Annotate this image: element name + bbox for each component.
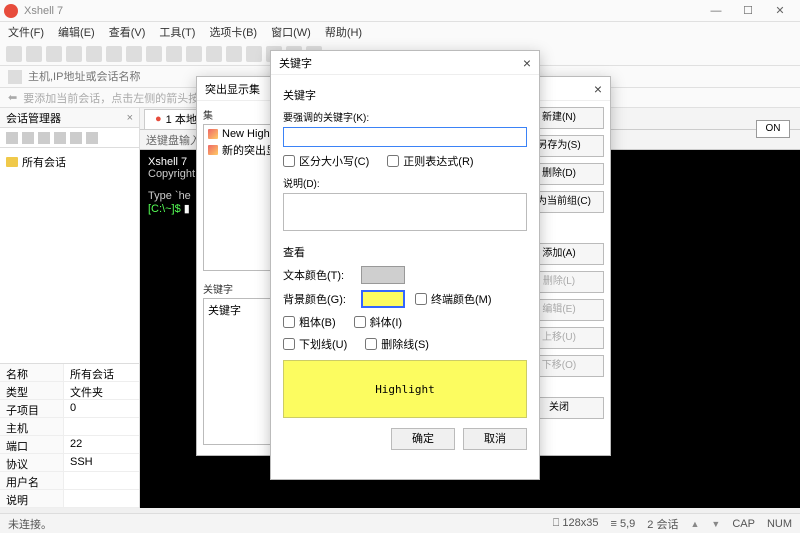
status-cap: CAP <box>732 518 755 530</box>
status-connection: 未连接。 <box>8 516 553 532</box>
term-prompt: [C:\~]$ <box>148 203 184 215</box>
dlg2-close-icon[interactable]: × <box>523 55 531 71</box>
sm-tool-icon[interactable] <box>6 132 18 144</box>
dlg1-close-icon[interactable]: × <box>594 81 602 97</box>
italic-checkbox[interactable]: 斜体(I) <box>354 314 402 330</box>
prop-key: 名称 <box>0 364 64 381</box>
session-properties: 名称所有会话 类型文件夹 子项目0 主机 端口22 协议SSH 用户名 说明 <box>0 363 139 508</box>
window-title: Xshell 7 <box>24 5 700 17</box>
dlg2-section-look: 查看 <box>283 244 527 260</box>
keyword-label: 要强调的关键字(K): <box>283 109 527 124</box>
prop-val: 所有会话 <box>64 364 139 381</box>
case-checkbox[interactable]: 区分大小写(C) <box>283 153 369 169</box>
dlg2-title: 关键字 <box>279 55 523 71</box>
strike-checkbox[interactable]: 删除线(S) <box>365 336 429 352</box>
toolbar-icon[interactable] <box>26 46 42 62</box>
hint-text: 要添加当前会话，点击左侧的箭头按钮。 <box>23 90 221 106</box>
close-button[interactable]: ✕ <box>764 1 796 21</box>
on-toggle-button[interactable]: ON <box>756 120 790 138</box>
keyword-input[interactable] <box>283 127 527 147</box>
sm-tool-icon[interactable] <box>54 132 66 144</box>
menu-bar: 文件(F) 编辑(E) 查看(V) 工具(T) 选项卡(B) 窗口(W) 帮助(… <box>0 22 800 42</box>
menu-file[interactable]: 文件(F) <box>8 24 44 40</box>
highlight-icon <box>208 129 218 139</box>
menu-tools[interactable]: 工具(T) <box>159 24 195 40</box>
keyword-dialog: 关键字 × 关键字 要强调的关键字(K): 区分大小写(C) 正则表达式(R) … <box>270 50 540 480</box>
minimize-button[interactable]: — <box>700 1 732 21</box>
session-manager-close-icon[interactable]: × <box>127 112 133 124</box>
tree-root-item[interactable]: 所有会话 <box>6 152 133 172</box>
termcolor-checkbox[interactable]: 终端颜色(M) <box>415 291 492 307</box>
menu-help[interactable]: 帮助(H) <box>325 24 362 40</box>
toolbar-icon[interactable] <box>86 46 102 62</box>
menu-window[interactable]: 窗口(W) <box>271 24 311 40</box>
desc-input[interactable] <box>283 193 527 231</box>
status-pos: ≡ 5,9 <box>611 518 636 530</box>
session-tree: 所有会话 <box>0 148 139 363</box>
maximize-button[interactable]: ☐ <box>732 1 764 21</box>
cancel-button[interactable]: 取消 <box>463 428 527 450</box>
title-bar: Xshell 7 — ☐ ✕ <box>0 0 800 22</box>
prop-key: 子项目 <box>0 400 64 417</box>
bgcolor-swatch[interactable] <box>361 290 405 308</box>
prop-val <box>64 418 139 435</box>
menu-tabs[interactable]: 选项卡(B) <box>209 24 257 40</box>
desc-label: 说明(D): <box>283 175 527 190</box>
session-manager-toolbar <box>0 128 139 148</box>
status-sessions: 2 会话 <box>647 516 678 532</box>
prompt-icon <box>8 70 22 84</box>
sm-tool-icon[interactable] <box>22 132 34 144</box>
sm-tool-icon[interactable] <box>38 132 50 144</box>
status-num: NUM <box>767 518 792 530</box>
status-up-icon[interactable]: ▲ <box>690 519 699 529</box>
prop-key: 主机 <box>0 418 64 435</box>
session-manager-title: 会话管理器 <box>6 110 61 126</box>
ok-button[interactable]: 确定 <box>391 428 455 450</box>
toolbar-icon[interactable] <box>46 46 62 62</box>
prop-val <box>64 472 139 489</box>
regex-checkbox[interactable]: 正则表达式(R) <box>387 153 473 169</box>
toolbar-icon[interactable] <box>66 46 82 62</box>
status-down-icon[interactable]: ▼ <box>711 519 720 529</box>
prop-key: 说明 <box>0 490 64 507</box>
toolbar-icon[interactable] <box>166 46 182 62</box>
toolbar-icon[interactable] <box>226 46 242 62</box>
toolbar-icon[interactable] <box>126 46 142 62</box>
prop-val: SSH <box>64 454 139 471</box>
bgcolor-label: 背景颜色(G): <box>283 291 351 307</box>
prop-val: 22 <box>64 436 139 453</box>
prop-val: 文件夹 <box>64 382 139 399</box>
highlight-preview: Highlight <box>283 360 527 418</box>
dlg2-section-keyword: 关键字 <box>283 87 527 103</box>
menu-edit[interactable]: 编辑(E) <box>58 24 95 40</box>
term-cursor: ▮ <box>184 203 190 215</box>
toolbar-icon[interactable] <box>146 46 162 62</box>
toolbar-icon[interactable] <box>106 46 122 62</box>
toolbar-icon[interactable] <box>206 46 222 62</box>
highlight-icon <box>208 145 218 155</box>
session-manager-panel: 会话管理器 × 所有会话 名称所有会话 类型文件夹 子项目0 主机 端口22 协… <box>0 108 140 508</box>
tab-label: 1 本地 <box>166 111 197 127</box>
prop-key: 用户名 <box>0 472 64 489</box>
bold-checkbox[interactable]: 粗体(B) <box>283 314 336 330</box>
tree-root-label: 所有会话 <box>22 154 66 170</box>
status-bar: 未连接。 ⎕ 128x35 ≡ 5,9 2 会话 ▲ ▼ CAP NUM <box>0 513 800 533</box>
sm-tool-icon[interactable] <box>70 132 82 144</box>
toolbar-icon[interactable] <box>246 46 262 62</box>
folder-icon <box>6 157 18 167</box>
toolbar-icon[interactable] <box>6 46 22 62</box>
textcolor-label: 文本颜色(T): <box>283 267 351 283</box>
prop-key: 端口 <box>0 436 64 453</box>
prop-val <box>64 490 139 507</box>
status-size: ⎕ 128x35 <box>553 517 599 530</box>
prop-key: 类型 <box>0 382 64 399</box>
sm-tool-icon[interactable] <box>86 132 98 144</box>
textcolor-swatch[interactable] <box>361 266 405 284</box>
menu-view[interactable]: 查看(V) <box>109 24 146 40</box>
toolbar-icon[interactable] <box>186 46 202 62</box>
app-logo-icon <box>4 4 18 18</box>
underline-checkbox[interactable]: 下划线(U) <box>283 336 347 352</box>
prop-val: 0 <box>64 400 139 417</box>
prop-key: 协议 <box>0 454 64 471</box>
